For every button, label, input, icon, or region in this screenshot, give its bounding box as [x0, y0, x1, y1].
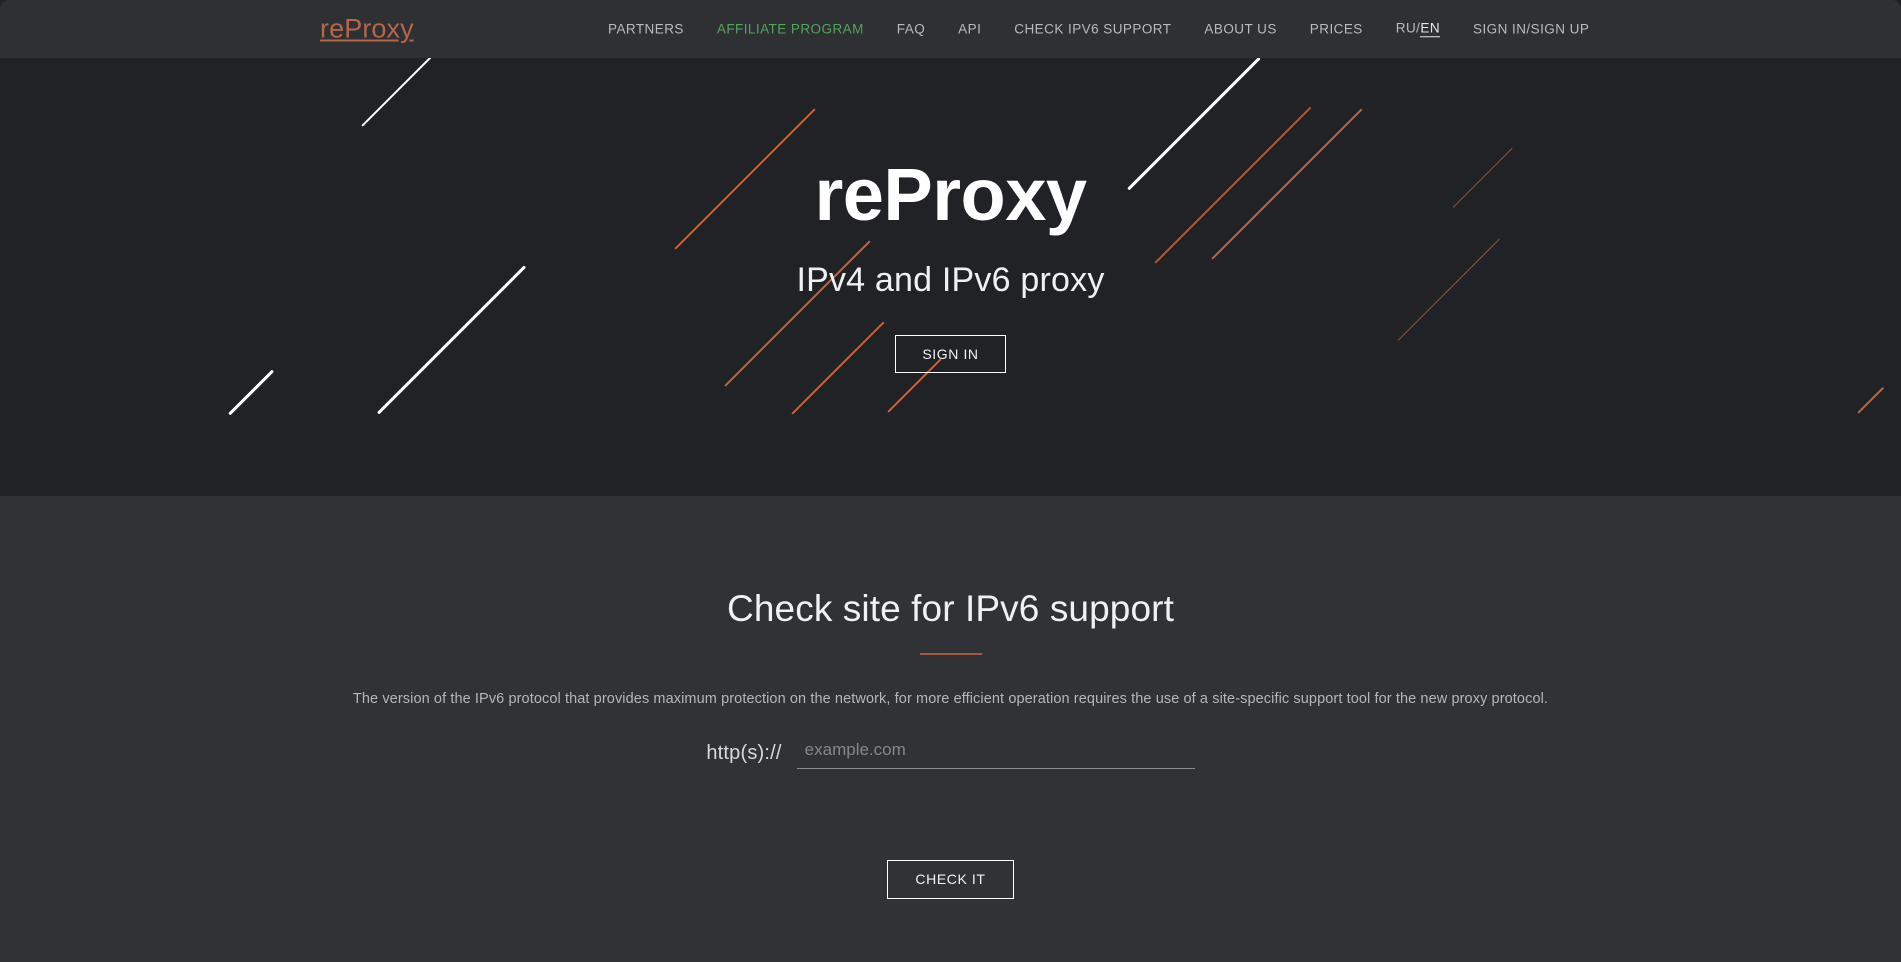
hero-section: reProxy IPv4 and IPv6 proxy SIGN IN [0, 58, 1901, 496]
hero-subtitle: IPv4 and IPv6 proxy [796, 261, 1105, 299]
section-description: The version of the IPv6 protocol that pr… [352, 691, 1549, 707]
hero-content: reProxy IPv4 and IPv6 proxy SIGN IN [0, 58, 1901, 496]
nav-link-affiliate-program[interactable]: AFFILIATE PROGRAM [717, 22, 864, 36]
top-navigation-bar: reProxy PARTNERS AFFILIATE PROGRAM FAQ A… [0, 0, 1901, 58]
section-title: Check site for IPv6 support [727, 588, 1174, 629]
nav-link-partners[interactable]: PARTNERS [608, 22, 684, 36]
nav-link-prices[interactable]: PRICES [1310, 22, 1363, 36]
nav-link-sign-in-sign-up[interactable]: SIGN IN/SIGN UP [1473, 22, 1589, 36]
language-option-ru[interactable]: RU [1396, 21, 1416, 35]
language-option-en[interactable]: EN [1420, 21, 1441, 37]
nav-links-group: PARTNERS AFFILIATE PROGRAM FAQ API CHECK… [608, 21, 1589, 37]
nav-link-api[interactable]: API [958, 22, 981, 36]
accent-divider [919, 653, 982, 655]
hero-sign-in-button[interactable]: SIGN IN [895, 335, 1006, 373]
nav-link-about-us[interactable]: ABOUT US [1204, 22, 1276, 36]
ipv6-check-section: Check site for IPv6 support The version … [0, 496, 1901, 962]
check-it-button[interactable]: CHECK IT [887, 859, 1014, 899]
language-switcher[interactable]: RU / EN [1396, 21, 1441, 37]
page-root: reProxy PARTNERS AFFILIATE PROGRAM FAQ A… [0, 0, 1901, 962]
site-logo[interactable]: reProxy [320, 15, 414, 43]
hero-title: reProxy [814, 153, 1087, 236]
site-url-input[interactable] [796, 739, 1195, 769]
url-protocol-label: http(s):// [706, 741, 782, 764]
url-input-row: http(s):// [706, 739, 1195, 769]
nav-link-check-ipv6-support[interactable]: CHECK IPV6 SUPPORT [1014, 22, 1171, 36]
nav-link-faq[interactable]: FAQ [897, 22, 925, 36]
